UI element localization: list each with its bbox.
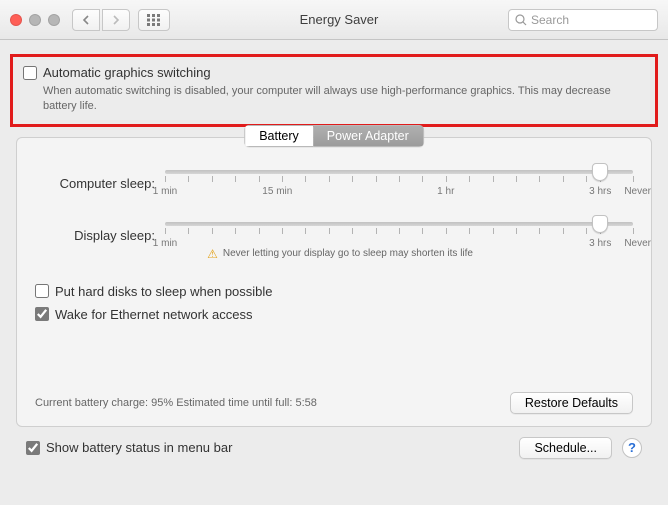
tab-battery[interactable]: Battery [244, 125, 313, 147]
graphics-switching-checkbox[interactable] [23, 66, 37, 80]
display-sleep-warning-text: Never letting your display go to sleep m… [223, 248, 473, 259]
graphics-switching-checkbox-row[interactable]: Automatic graphics switching [23, 65, 645, 80]
computer-sleep-thumb[interactable] [592, 163, 608, 181]
search-input[interactable]: Search [508, 9, 658, 31]
schedule-button[interactable]: Schedule... [519, 437, 612, 459]
window-title: Energy Saver [178, 12, 500, 27]
nav-buttons [72, 9, 130, 31]
status-row: Current battery charge: 95% Estimated ti… [35, 392, 633, 414]
chevron-right-icon [112, 15, 120, 25]
search-icon [515, 14, 527, 26]
menu-bar-status-label: Show battery status in menu bar [46, 440, 232, 455]
search-placeholder: Search [531, 13, 569, 27]
display-sleep-thumb[interactable] [592, 215, 608, 233]
graphics-switching-highlight: Automatic graphics switching When automa… [10, 54, 658, 127]
grid-icon [147, 14, 161, 26]
help-button[interactable]: ? [622, 438, 642, 458]
hd-sleep-checkbox[interactable] [35, 284, 49, 298]
forward-button[interactable] [102, 9, 130, 31]
wake-ethernet-label: Wake for Ethernet network access [55, 307, 253, 322]
wake-ethernet-checkbox[interactable] [35, 307, 49, 321]
content-area: Automatic graphics switching When automa… [0, 40, 668, 467]
menu-bar-status-row[interactable]: Show battery status in menu bar [26, 440, 232, 455]
power-source-tabs: Battery Power Adapter [244, 125, 424, 147]
display-sleep-slider[interactable]: 1 min 3 hrs Never ⚠ Never letting your d… [165, 220, 633, 252]
graphics-switching-label: Automatic graphics switching [43, 65, 211, 80]
hd-sleep-row[interactable]: Put hard disks to sleep when possible [35, 284, 633, 299]
hd-sleep-label: Put hard disks to sleep when possible [55, 284, 273, 299]
chevron-left-icon [82, 15, 90, 25]
wake-ethernet-row[interactable]: Wake for Ethernet network access [35, 307, 633, 322]
footer-right: Schedule... ? [519, 437, 642, 459]
minimize-icon[interactable] [29, 14, 41, 26]
computer-sleep-ticklabels: 1 min 15 min 1 hr 3 hrs Never [165, 186, 633, 200]
close-icon[interactable] [10, 14, 22, 26]
zoom-icon[interactable] [48, 14, 60, 26]
computer-sleep-slider[interactable]: 1 min 15 min 1 hr 3 hrs Never [165, 168, 633, 200]
restore-defaults-button[interactable]: Restore Defaults [510, 392, 633, 414]
display-sleep-row: Display sleep: 1 min 3 hrs Never ⚠ Never… [35, 220, 633, 252]
menu-bar-status-checkbox[interactable] [26, 441, 40, 455]
display-sleep-warning: ⚠ Never letting your display go to sleep… [207, 247, 473, 261]
back-button[interactable] [72, 9, 100, 31]
graphics-switching-description: When automatic switching is disabled, yo… [43, 84, 645, 114]
traffic-lights [10, 14, 64, 26]
show-all-button[interactable] [138, 9, 170, 31]
tab-power-adapter[interactable]: Power Adapter [313, 125, 424, 147]
warning-icon: ⚠ [207, 247, 218, 261]
settings-panel: Computer sleep: 1 min 15 min 1 hr 3 hrs … [16, 137, 652, 427]
footer: Show battery status in menu bar Schedule… [10, 427, 658, 459]
panel-options: Put hard disks to sleep when possible Wa… [35, 284, 633, 322]
titlebar: Energy Saver Search [0, 0, 668, 40]
computer-sleep-label: Computer sleep: [35, 176, 155, 191]
computer-sleep-row: Computer sleep: 1 min 15 min 1 hr 3 hrs … [35, 168, 633, 200]
display-sleep-label: Display sleep: [35, 228, 155, 243]
battery-status-text: Current battery charge: 95% Estimated ti… [35, 397, 317, 409]
